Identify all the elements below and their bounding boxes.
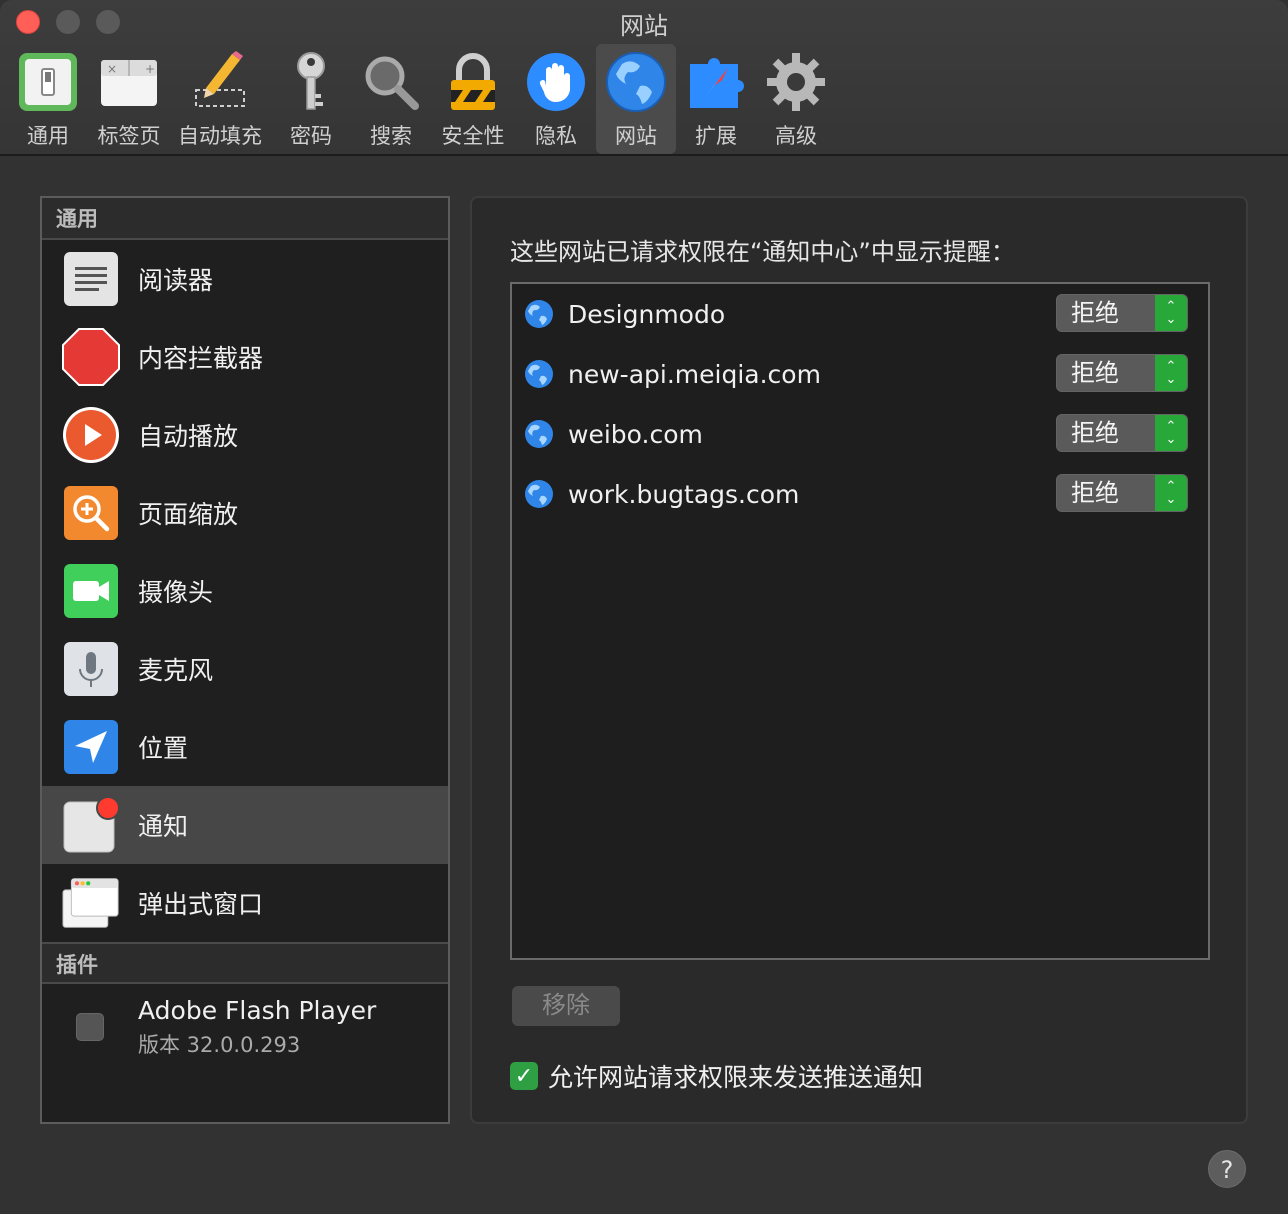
globe-icon [525,420,553,448]
general-switch-icon [16,50,80,114]
window-title: 网站 [620,12,668,40]
location-icon [62,718,120,776]
tab-websites[interactable]: 网站 [596,44,676,154]
site-name: work.bugtags.com [568,479,800,509]
sidebar-item-notifications[interactable]: 通知 [42,786,448,864]
notification-icon [62,796,120,854]
allow-label: 允许网站请求权限来发送推送通知 [548,1063,924,1092]
permission-select[interactable]: 拒绝 ⌃ ⌄ [1056,354,1188,392]
globe-icon [525,480,553,508]
allow-checkbox[interactable]: ✓ [510,1062,538,1090]
globe-icon [525,300,553,328]
svg-text:+: + [145,62,155,76]
permission-select[interactable]: 拒绝 ⌃ ⌄ [1056,414,1188,452]
permission-select[interactable]: 拒绝 ⌃ ⌄ [1056,474,1188,512]
tab-advanced[interactable]: 高级 [756,44,836,154]
plugin-flash-player[interactable]: Adobe Flash Player 版本 32.0.0.293 [42,984,448,1070]
site-name: new-api.meiqia.com [568,359,821,389]
puzzle-icon [684,50,748,114]
list-item[interactable]: Designmodo 拒绝 ⌃ ⌄ [512,284,1208,344]
globe-icon [525,360,553,388]
hand-icon [524,50,588,114]
sidebar-item-location[interactable]: 位置 [42,708,448,786]
tab-search[interactable]: 搜索 [352,44,430,154]
site-name: weibo.com [568,419,703,449]
plugin-version: 版本 32.0.0.293 [138,1032,301,1057]
permission-select[interactable]: 拒绝 ⌃ ⌄ [1056,294,1188,332]
sidebar-item-page-zoom[interactable]: 页面缩放 [42,474,448,552]
list-item[interactable]: work.bugtags.com 拒绝 ⌃ ⌄ [512,464,1208,524]
chevron-up-down-icon: ⌃ ⌄ [1155,295,1187,331]
gear-icon [764,50,828,114]
stop-sign-icon [62,328,120,386]
zoom-icon [62,484,120,542]
plugin-name: Adobe Flash Player [138,995,377,1025]
lock-icon [441,50,505,114]
website-list[interactable]: Designmodo 拒绝 ⌃ ⌄ new-api.meiqia.com 拒绝 ⌃… [510,282,1210,960]
pencil-icon [188,50,252,114]
tab-general[interactable]: 通用 [8,44,88,154]
checkmark-icon: ✓ [514,1063,534,1089]
help-button[interactable]: ? [1208,1150,1246,1188]
plugins-section-header: 插件 [42,942,448,984]
tab-passwords[interactable]: 密码 [270,44,352,154]
allow-push-notifications[interactable]: ✓ 允许网站请求权限来发送推送通知 [510,1058,923,1094]
site-name: Designmodo [568,299,726,329]
microphone-icon [62,640,120,698]
panel-heading: 这些网站已请求权限在“通知中心”中显示提醒： [510,238,1015,266]
tab-extensions[interactable]: 扩展 [676,44,756,154]
magnifier-icon [359,50,423,114]
plugin-enable-checkbox[interactable] [76,1013,104,1041]
globe-icon [604,50,668,114]
svg-text:×: × [107,62,117,76]
sidebar-item-content-blockers[interactable]: 内容拦截器 [42,318,448,396]
key-icon [279,50,343,114]
popup-window-icon [62,874,120,932]
tab-privacy[interactable]: 隐私 [516,44,596,154]
sidebar-item-camera[interactable]: 摄像头 [42,552,448,630]
tab-tabs[interactable]: × + 标签页 [88,44,170,154]
sidebar-item-autoplay[interactable]: 自动播放 [42,396,448,474]
tab-autofill[interactable]: 自动填充 [170,44,270,154]
chevron-up-down-icon: ⌃ ⌄ [1155,475,1187,511]
tab-security[interactable]: 安全性 [430,44,516,154]
notifications-panel: 这些网站已请求权限在“通知中心”中显示提醒： Designmodo 拒绝 ⌃⌄ [470,196,1248,1124]
reader-icon [62,250,120,308]
title-bar: 网站 通用 × + 标签页 自动填充 密码 搜索 安全性 隐私 网站 扩展 高级 [0,0,1288,156]
sidebar-item-popups[interactable]: 弹出式窗口 [42,864,448,942]
general-section-header: 通用 [42,198,448,240]
chevron-up-down-icon: ⌃ ⌄ [1155,355,1187,391]
preferences-window: 网站 通用 × + 标签页 自动填充 密码 搜索 安全性 隐私 网站 扩展 高级… [0,0,1288,1214]
tabs-icon: × + [97,50,161,114]
play-icon [62,406,120,464]
remove-button[interactable]: 移除 [512,986,620,1026]
camera-icon [62,562,120,620]
list-item[interactable]: weibo.com 拒绝 ⌃ ⌄ [512,404,1208,464]
chevron-up-down-icon: ⌃ ⌄ [1155,415,1187,451]
list-item[interactable]: new-api.meiqia.com 拒绝 ⌃ ⌄ [512,344,1208,404]
sidebar: 通用 阅读器 内容拦截器 自动播放 页面缩放 摄像头 麦克风 位置 通知 弹出式… [40,196,450,1124]
sidebar-item-microphone[interactable]: 麦克风 [42,630,448,708]
sidebar-item-reader[interactable]: 阅读器 [42,240,448,318]
preferences-toolbar: 通用 × + 标签页 自动填充 密码 搜索 安全性 隐私 网站 扩展 高级 [8,44,836,154]
